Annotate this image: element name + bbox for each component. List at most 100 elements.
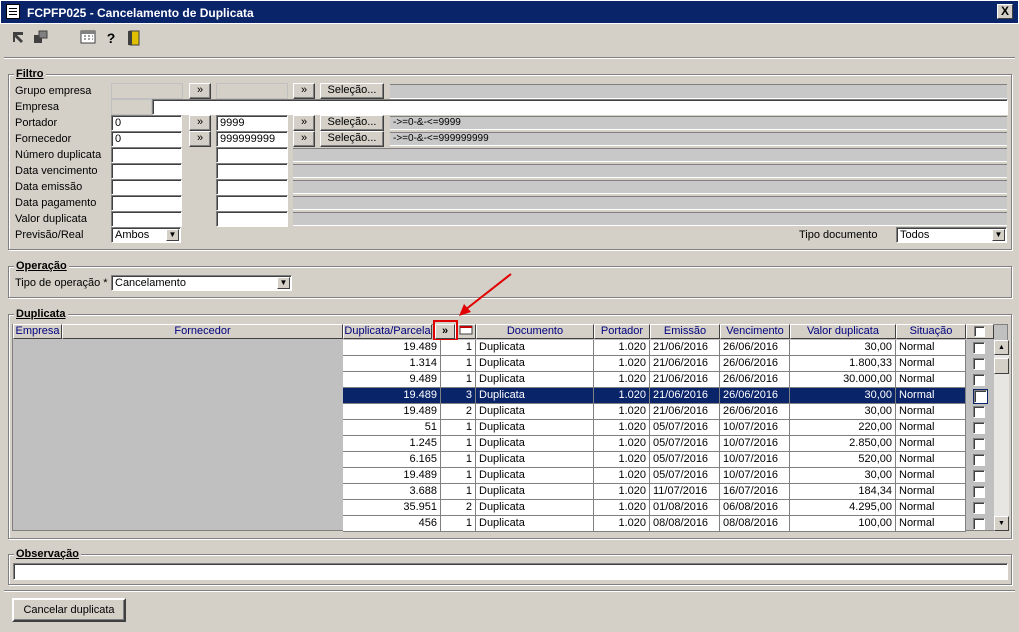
cell-parcela[interactable]: 1 (441, 340, 476, 356)
cell-vencimento[interactable]: 26/06/2016 (720, 356, 790, 372)
cell-emissao[interactable]: 01/08/2016 (650, 500, 720, 516)
tipo-documento-select[interactable]: Todos ▼ (896, 227, 1007, 243)
cell-documento[interactable]: Duplicata (476, 420, 594, 436)
row-checkbox[interactable] (973, 438, 985, 450)
col-emissao-header[interactable]: Emissão (650, 324, 720, 339)
col-vencimento-header[interactable]: Vencimento (720, 324, 790, 339)
cell-duplicata[interactable]: 456 (343, 516, 441, 532)
cell-valor[interactable]: 1.800,33 (790, 356, 896, 372)
cell-valor[interactable]: 30,00 (790, 340, 896, 356)
row-checkbox[interactable] (973, 358, 985, 370)
cell-emissao[interactable]: 05/07/2016 (650, 452, 720, 468)
cell-emissao[interactable]: 08/08/2016 (650, 516, 720, 532)
cell-documento[interactable]: Duplicata (476, 372, 594, 388)
cell-portador[interactable]: 1.020 (594, 388, 650, 404)
cell-emissao[interactable]: 05/07/2016 (650, 420, 720, 436)
cell-parcela[interactable]: 1 (441, 452, 476, 468)
cell-vencimento[interactable]: 26/06/2016 (720, 372, 790, 388)
cell-emissao[interactable]: 21/06/2016 (650, 340, 720, 356)
valor-duplicata-to-field[interactable] (216, 211, 288, 227)
cell-documento[interactable]: Duplicata (476, 404, 594, 420)
cell-documento[interactable]: Duplicata (476, 452, 594, 468)
row-checkbox[interactable] (973, 486, 985, 498)
col-calendar-icon[interactable] (455, 324, 476, 339)
cell-valor[interactable]: 30.000,00 (790, 372, 896, 388)
data-vencimento-to-field[interactable] (216, 163, 288, 179)
portador-expand-button[interactable]: » (189, 115, 211, 131)
close-button[interactable]: X (997, 4, 1013, 19)
tipo-operacao-select[interactable]: Cancelamento ▼ (111, 275, 292, 291)
row-checkbox[interactable] (973, 454, 985, 466)
cancelar-duplicata-button[interactable]: Cancelar duplicata (12, 598, 126, 622)
cell-valor[interactable]: 30,00 (790, 388, 896, 404)
cell-documento[interactable]: Duplicata (476, 468, 594, 484)
col-portador-header[interactable]: Portador (594, 324, 650, 339)
empresa-name-field[interactable] (152, 99, 1008, 115)
cell-vencimento[interactable]: 10/07/2016 (720, 436, 790, 452)
cell-parcela[interactable]: 1 (441, 420, 476, 436)
cell-valor[interactable]: 520,00 (790, 452, 896, 468)
cell-duplicata[interactable]: 6.165 (343, 452, 441, 468)
observacao-field[interactable] (13, 563, 1008, 580)
cell-situacao[interactable]: Normal (896, 500, 966, 516)
cell-emissao[interactable]: 05/07/2016 (650, 436, 720, 452)
select-all-checkbox[interactable] (974, 326, 985, 337)
col-empresa-header[interactable]: Empresa (13, 324, 62, 339)
cell-documento[interactable]: Duplicata (476, 436, 594, 452)
fornecedor-expand-button[interactable]: » (189, 131, 211, 147)
cell-valor[interactable]: 184,34 (790, 484, 896, 500)
cell-duplicata[interactable]: 1.314 (343, 356, 441, 372)
row-checkbox[interactable] (973, 406, 985, 418)
row-checkbox[interactable] (973, 342, 985, 354)
numero-duplicata-to-field[interactable] (216, 147, 288, 163)
cell-emissao[interactable]: 11/07/2016 (650, 484, 720, 500)
cell-emissao[interactable]: 05/07/2016 (650, 468, 720, 484)
grupo-empresa-to-field[interactable] (216, 83, 288, 99)
cell-duplicata[interactable]: 35.951 (343, 500, 441, 516)
cell-emissao[interactable]: 21/06/2016 (650, 356, 720, 372)
cell-vencimento[interactable]: 10/07/2016 (720, 420, 790, 436)
cell-situacao[interactable]: Normal (896, 516, 966, 532)
cell-duplicata[interactable]: 19.489 (343, 340, 441, 356)
cell-situacao[interactable]: Normal (896, 452, 966, 468)
cell-portador[interactable]: 1.020 (594, 404, 650, 420)
cell-parcela[interactable]: 2 (441, 500, 476, 516)
exit-door-icon[interactable] (126, 30, 142, 46)
col-select-all-header[interactable] (966, 324, 994, 339)
help-icon[interactable]: ? (103, 30, 119, 46)
col-duplicata-parcela-header[interactable]: Duplicata/Parcela (343, 324, 432, 339)
portador-selecao-button[interactable]: Seleção... (320, 115, 384, 131)
grupo-empresa-expand-button[interactable]: » (189, 83, 211, 99)
portador-expand-button-2[interactable]: » (293, 115, 315, 131)
cell-portador[interactable]: 1.020 (594, 468, 650, 484)
cell-portador[interactable]: 1.020 (594, 372, 650, 388)
cell-portador[interactable]: 1.020 (594, 484, 650, 500)
cell-documento[interactable]: Duplicata (476, 340, 594, 356)
col-fornecedor-header[interactable]: Fornecedor (62, 324, 343, 339)
data-vencimento-from-field[interactable] (111, 163, 182, 179)
data-pagamento-to-field[interactable] (216, 195, 288, 211)
data-pagamento-from-field[interactable] (111, 195, 182, 211)
cell-portador[interactable]: 1.020 (594, 500, 650, 516)
row-checkbox[interactable] (973, 422, 985, 434)
cell-parcela[interactable]: 1 (441, 356, 476, 372)
col-situacao-header[interactable]: Situação (896, 324, 966, 339)
row-checkbox[interactable] (973, 374, 985, 386)
cell-vencimento[interactable]: 26/06/2016 (720, 340, 790, 356)
cell-duplicata[interactable]: 19.489 (343, 388, 441, 404)
cell-situacao[interactable]: Normal (896, 404, 966, 420)
cell-duplicata[interactable]: 3.688 (343, 484, 441, 500)
cell-valor[interactable]: 220,00 (790, 420, 896, 436)
cell-vencimento[interactable]: 08/08/2016 (720, 516, 790, 532)
cell-vencimento[interactable]: 10/07/2016 (720, 468, 790, 484)
cell-vencimento[interactable]: 16/07/2016 (720, 484, 790, 500)
cell-valor[interactable]: 4.295,00 (790, 500, 896, 516)
cell-parcela[interactable]: 1 (441, 484, 476, 500)
cell-situacao[interactable]: Normal (896, 340, 966, 356)
cell-duplicata[interactable]: 19.489 (343, 404, 441, 420)
scroll-thumb[interactable] (994, 358, 1009, 374)
cell-portador[interactable]: 1.020 (594, 420, 650, 436)
portador-from-field[interactable]: 0 (111, 115, 182, 131)
row-checkbox[interactable] (973, 518, 985, 530)
empresa-code-field[interactable] (111, 99, 152, 115)
